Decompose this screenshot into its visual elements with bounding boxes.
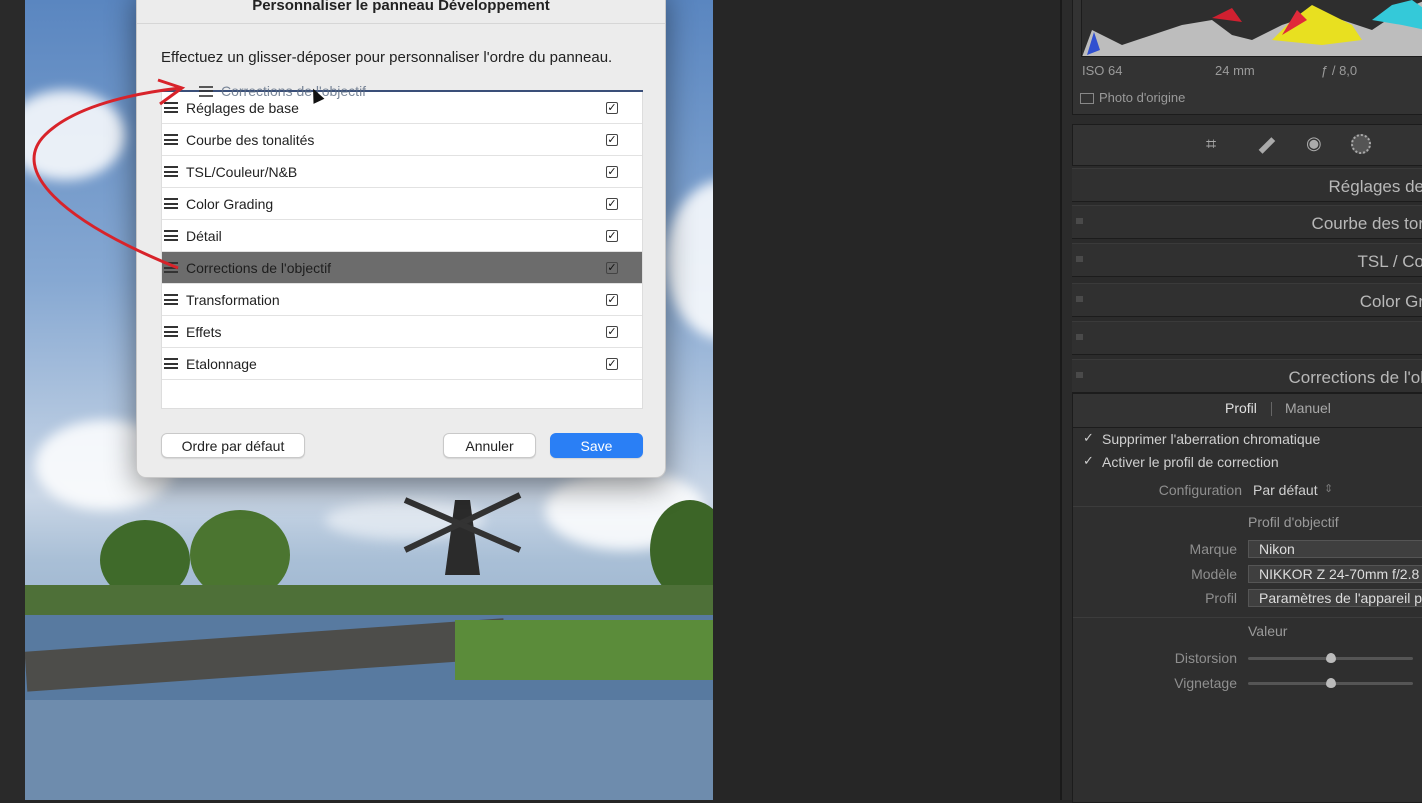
item-label: Etalonnage [186, 355, 257, 372]
vignetting-label: Vignetage [1174, 675, 1237, 691]
panel-title: TSL / Co [1357, 252, 1422, 271]
select-arrows-icon: ⇕ [1324, 483, 1334, 495]
model-select[interactable]: NIKKOR Z 24-70mm f/2.8 S [1248, 565, 1422, 583]
panel-switch-icon[interactable] [1076, 334, 1083, 340]
item-checkbox[interactable]: ✓ [606, 165, 618, 178]
mask-icon[interactable] [1351, 134, 1371, 154]
healing-icon[interactable]: ▬ [1251, 130, 1279, 158]
drag-handle-icon[interactable] [164, 358, 178, 369]
checkbox-enable-profile[interactable]: ✓ [1083, 453, 1094, 469]
make-label: Marque [1189, 541, 1237, 557]
panel-switch-icon[interactable] [1076, 256, 1083, 262]
item-checkbox[interactable]: ✓ [606, 261, 618, 274]
panel-header-tone-curve[interactable]: Courbe des tor [1072, 205, 1422, 239]
panel-list-item[interactable]: Etalonnage ✓ [162, 348, 642, 380]
item-checkbox[interactable]: ✓ [606, 293, 618, 306]
item-label: Effets [186, 323, 222, 340]
panel-header-lens-corrections[interactable]: Corrections de l'ol [1072, 359, 1422, 393]
profile-label: Profil [1205, 590, 1237, 606]
vignetting-slider[interactable] [1248, 678, 1413, 688]
panel-header-color-grading[interactable]: Color Gr [1072, 283, 1422, 317]
panel-switch-icon[interactable] [1076, 218, 1083, 224]
slider-thumb[interactable] [1325, 653, 1336, 663]
panel-switch-icon[interactable] [1076, 296, 1083, 302]
save-button[interactable]: Save [550, 433, 643, 458]
panel-list-item[interactable]: Effets ✓ [162, 316, 642, 348]
crop-icon[interactable]: ⌗ [1206, 134, 1216, 155]
panel-switch-icon[interactable] [1076, 372, 1083, 378]
divider [1073, 617, 1422, 618]
item-checkbox[interactable]: ✓ [606, 357, 618, 370]
enable-profile-label: Activer le profil de correction [1102, 454, 1279, 470]
redeye-icon[interactable]: ◉ [1306, 133, 1322, 154]
profile-heading: Profil d'objectif [1248, 514, 1339, 530]
panel-title: Courbe des tor [1311, 214, 1422, 233]
panel-header-basic[interactable]: Réglages de [1072, 168, 1422, 202]
tab-profile[interactable]: Profil [1225, 400, 1257, 416]
tab-manual[interactable]: Manuel [1285, 400, 1331, 416]
original-photo-label: Photo d'origine [1099, 90, 1186, 105]
item-checkbox[interactable]: ✓ [606, 229, 618, 242]
original-photo-checkbox[interactable] [1080, 93, 1094, 104]
amount-heading: Valeur [1248, 623, 1288, 639]
panel-header-detail[interactable] [1072, 321, 1422, 355]
slider-thumb[interactable] [1325, 678, 1336, 688]
profile-select[interactable]: Paramètres de l'appareil photo [1248, 589, 1422, 607]
distortion-label: Distorsion [1174, 650, 1237, 666]
drag-handle-icon[interactable] [164, 326, 178, 337]
cancel-button[interactable]: Annuler [443, 433, 536, 458]
panel-header-hsl[interactable]: TSL / Co [1072, 243, 1422, 277]
histogram-panel: ISO 64 24 mm ƒ / 8,0 Photo d'origine [1072, 0, 1422, 115]
divider [1271, 402, 1272, 416]
distortion-slider[interactable] [1248, 653, 1413, 663]
item-checkbox[interactable]: ✓ [606, 325, 618, 338]
tool-strip: ⌗ ▬ ◉ [1072, 124, 1422, 166]
checkbox-chromatic[interactable]: ✓ [1083, 430, 1094, 446]
annotation-arrow [32, 78, 186, 270]
default-order-button[interactable]: Ordre par défaut [161, 433, 305, 458]
histogram-graph [1081, 0, 1422, 57]
aperture-readout: ƒ / 8,0 [1321, 63, 1358, 78]
focal-readout: 24 mm [1215, 63, 1255, 78]
item-checkbox[interactable]: ✓ [606, 101, 618, 114]
panel-title: Réglages de [1328, 177, 1422, 196]
make-select[interactable]: Nikon [1248, 540, 1422, 558]
model-label: Modèle [1191, 566, 1237, 582]
config-select[interactable]: Par défaut [1253, 482, 1318, 498]
chromatic-label: Supprimer l'aberration chromatique [1102, 431, 1321, 447]
divider [1073, 506, 1422, 507]
config-label: Configuration [1158, 482, 1242, 498]
item-checkbox[interactable]: ✓ [606, 197, 618, 210]
iso-readout: ISO 64 [1082, 63, 1123, 78]
panel-title: Corrections de l'ol [1288, 368, 1422, 387]
item-checkbox[interactable]: ✓ [606, 133, 618, 146]
panel-title: Color Gr [1359, 292, 1422, 311]
